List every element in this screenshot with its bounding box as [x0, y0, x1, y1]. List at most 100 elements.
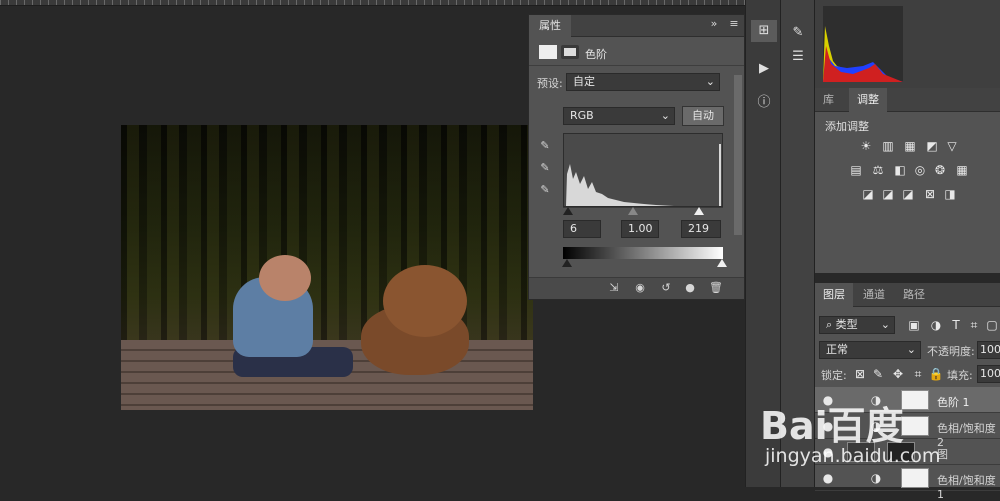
fill-field[interactable]: 100% — [977, 365, 1000, 383]
chevron-down-icon: ⌄ — [660, 109, 670, 122]
selective-color-icon[interactable]: ⊠ — [921, 186, 939, 202]
layer-mask-thumbnail[interactable] — [901, 390, 929, 410]
baby-head — [259, 255, 311, 301]
properties-footer: ⇲ ◉ ↺ ● 🗑 — [529, 277, 744, 299]
black-input-handle[interactable] — [563, 207, 573, 215]
filter-pixel-icon[interactable]: ▣ — [905, 317, 923, 333]
lock-label: 锁定: — [821, 369, 847, 382]
threshold-icon[interactable]: ◪ — [899, 186, 917, 202]
filter-kind-value: 类型 — [835, 318, 858, 331]
white-output-handle[interactable] — [717, 259, 727, 267]
properties-title: 色阶 — [585, 48, 607, 61]
layer-row[interactable]: ● ◑ 色相/饱和度 1 — [815, 465, 1000, 501]
brightness-icon[interactable]: ☀ — [857, 138, 875, 154]
properties-dock-icon[interactable]: ⊞ — [751, 20, 777, 42]
hue-saturation-icon[interactable]: ▤ — [847, 162, 865, 178]
collapse-icon[interactable]: » — [707, 17, 721, 30]
layer-name: 色阶 1 — [937, 396, 970, 409]
lock-transparent-icon[interactable]: ⊠ — [851, 366, 869, 382]
properties-tab[interactable]: 属性 — [529, 15, 571, 37]
search-icon: ⌕ — [826, 318, 836, 331]
exposure-icon[interactable]: ◩ — [923, 138, 941, 154]
black-point-eyedropper-icon[interactable]: ✎ — [537, 139, 553, 152]
levels-histogram — [563, 133, 723, 207]
channel-value: RGB — [570, 109, 594, 122]
preset-value: 自定 — [573, 75, 595, 88]
input-gamma-field[interactable]: 1.00 — [621, 220, 659, 238]
input-white-field[interactable]: 219 — [681, 220, 721, 238]
layer-filter-select[interactable]: ⌕ 类型 ⌄ — [819, 316, 895, 334]
color-balance-icon[interactable]: ⚖ — [869, 162, 887, 178]
view-previous-icon[interactable]: ◉ — [631, 281, 649, 294]
lock-pixels-icon[interactable]: ✎ — [869, 366, 887, 382]
levels-adjust-icon — [539, 45, 557, 59]
black-white-icon[interactable]: ◧ — [891, 162, 909, 178]
tab-library[interactable]: 库 — [815, 88, 842, 112]
tab-paths[interactable]: 路径 — [895, 283, 933, 307]
forest-background — [121, 125, 533, 345]
tab-channels[interactable]: 通道 — [855, 283, 893, 307]
output-gradient — [563, 247, 723, 259]
mask-icon[interactable] — [561, 45, 579, 59]
reset-icon[interactable]: ↺ — [657, 281, 675, 294]
input-black-field[interactable]: 6 — [563, 220, 601, 238]
adjustment-layer-icon: ◑ — [870, 471, 882, 485]
tab-layers[interactable]: 图层 — [815, 283, 853, 307]
filter-type-icon[interactable]: T — [947, 317, 965, 333]
color-histogram — [823, 6, 903, 82]
histogram-panel — [815, 0, 1000, 88]
channel-select[interactable]: RGB ⌄ — [563, 107, 675, 125]
white-input-handle[interactable] — [694, 207, 704, 215]
channel-mixer-icon[interactable]: ❂ — [931, 162, 949, 178]
actions-play-icon[interactable]: ▶ — [751, 58, 777, 80]
visibility-eye-icon[interactable]: ● — [819, 470, 837, 486]
auto-button[interactable]: 自动 — [682, 106, 724, 126]
filter-smart-icon[interactable]: ▢ — [983, 317, 1000, 333]
white-point-eyedropper-icon[interactable]: ✎ — [537, 183, 553, 196]
visibility-eye-icon[interactable]: ● — [681, 281, 699, 294]
fill-label: 填充: — [947, 369, 973, 382]
clip-to-layer-icon[interactable]: ⇲ — [605, 281, 623, 294]
lock-position-icon[interactable]: ✥ — [889, 366, 907, 382]
lock-artboard-icon[interactable]: ⌗ — [909, 366, 927, 382]
gradient-map-icon[interactable]: ◨ — [941, 186, 959, 202]
adjustments-tabrow: 库 调整 — [815, 88, 1000, 112]
curves-icon[interactable]: ▦ — [901, 138, 919, 154]
gradient-triangle-icon[interactable]: ▽ — [943, 138, 961, 154]
layer-mask-thumbnail[interactable] — [901, 416, 929, 436]
filter-adjust-icon[interactable]: ◑ — [927, 317, 945, 333]
brush-icon[interactable]: ✎ — [785, 22, 811, 44]
gamma-input-handle[interactable] — [628, 207, 638, 215]
posterize-icon[interactable]: ◪ — [879, 186, 897, 202]
add-adjustment-label: 添加调整 — [825, 120, 869, 133]
layer-mask-thumbnail[interactable] — [901, 468, 929, 488]
opacity-label: 不透明度: — [927, 345, 975, 358]
chevron-down-icon: ⌄ — [906, 343, 916, 356]
info-icon[interactable]: ⓘ — [751, 92, 777, 114]
chevron-down-icon: ⌄ — [880, 318, 890, 331]
lock-all-icon[interactable]: 🔒 — [927, 366, 945, 382]
adjustments-panel: 库 调整 添加调整 ☀ ▥ ▦ ◩ ▽ ▤ ⚖ ◧ ◎ ❂ ▦ ◪ ◪ ◪ ⊠ … — [815, 88, 1000, 273]
properties-tabbar: 属性 » ≡ — [529, 15, 744, 37]
delete-icon[interactable]: 🗑 — [707, 281, 725, 294]
invert-icon[interactable]: ◪ — [859, 186, 877, 202]
baidu-watermark-url: jingyan.baidu.com — [765, 445, 941, 467]
tab-adjustments[interactable]: 调整 — [849, 88, 887, 112]
blend-mode-select[interactable]: 正常 ⌄ — [819, 341, 921, 359]
filter-shape-icon[interactable]: ⌗ — [965, 317, 983, 333]
black-output-handle[interactable] — [562, 259, 572, 267]
preset-label: 预设: — [537, 77, 563, 90]
opacity-field[interactable]: 100% — [977, 341, 1000, 359]
document-image[interactable] — [121, 125, 533, 410]
properties-scrollbar[interactable] — [734, 75, 742, 235]
blend-mode-value: 正常 — [826, 343, 848, 356]
color-lookup-icon[interactable]: ▦ — [953, 162, 971, 178]
levels-icon[interactable]: ▥ — [879, 138, 897, 154]
properties-panel: 属性 » ≡ 色阶 预设: 自定 ⌄ RGB ⌄ 自动 ✎ ✎ ✎ 6 1.00… — [528, 14, 745, 300]
panel-menu-icon[interactable]: ≡ — [727, 17, 741, 30]
preset-select[interactable]: 自定 ⌄ — [566, 73, 720, 91]
photo-filter-icon[interactable]: ◎ — [911, 162, 929, 178]
sliders-icon[interactable]: ☰ — [785, 46, 811, 68]
gray-point-eyedropper-icon[interactable]: ✎ — [537, 161, 553, 174]
chevron-down-icon: ⌄ — [705, 75, 715, 88]
